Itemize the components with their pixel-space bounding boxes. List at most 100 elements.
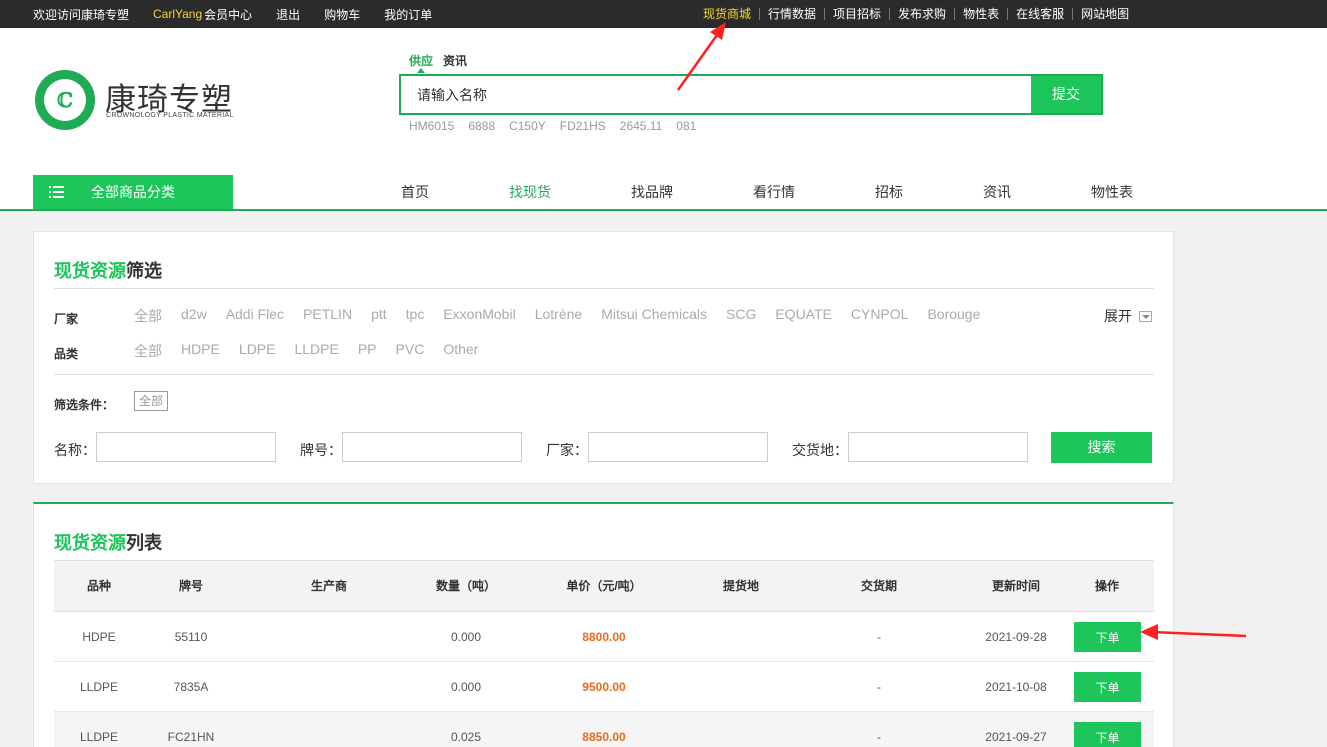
cell-price: 8800.00 <box>582 630 626 644</box>
all-categories-button[interactable]: 全部商品分类 <box>33 175 233 210</box>
my-orders-link[interactable]: 我的订单 <box>384 6 432 23</box>
cell-grade: FC21HN <box>167 730 215 744</box>
cell-qty: 0.000 <box>450 630 482 644</box>
column-header: 品种 <box>86 579 112 593</box>
category-option[interactable]: LLDPE <box>294 341 338 361</box>
hot-word[interactable]: HM6015 <box>409 119 454 133</box>
order-button[interactable]: 下单 <box>1074 622 1141 652</box>
divider <box>54 288 1154 289</box>
category-option[interactable]: 全部 <box>134 341 162 361</box>
expand-toggle[interactable]: 展开 <box>1104 306 1152 326</box>
maker-option[interactable]: PETLIN <box>303 306 352 326</box>
username-link[interactable]: CarlYang <box>153 7 202 21</box>
topbar-right-links: 现货商城 行情数据 项目招标 发布求购 物性表 在线客服 网站地图 <box>695 0 1137 28</box>
hot-word[interactable]: FD21HS <box>560 119 606 133</box>
category-option[interactable]: PVC <box>396 341 425 361</box>
logout-link[interactable]: 退出 <box>276 6 300 23</box>
nav-find-spot[interactable]: 找现货 <box>509 175 551 210</box>
maker-option[interactable]: Borouge <box>927 306 980 326</box>
hot-word[interactable]: 6888 <box>468 119 495 133</box>
cell-updated: 2021-09-27 <box>985 730 1047 744</box>
maker-option[interactable]: tpc <box>406 306 425 326</box>
topbar-left: 欢迎访问康琦专塑 CarlYang 会员中心 退出 购物车 我的订单 <box>33 0 456 28</box>
topbar-link-sitemap[interactable]: 网站地图 <box>1072 8 1137 20</box>
nav-property-table[interactable]: 物性表 <box>1091 175 1133 210</box>
maker-field-label: 厂家： <box>546 442 588 458</box>
category-option[interactable]: PP <box>358 341 377 361</box>
topbar-link-spot-mall[interactable]: 现货商城 <box>695 8 759 20</box>
cell-variety: HDPE <box>82 630 116 644</box>
nav-home[interactable]: 首页 <box>401 175 429 210</box>
cell-delivery: - <box>877 730 881 744</box>
divider <box>54 374 1154 375</box>
column-header: 生产商 <box>310 579 348 593</box>
cell-updated: 2021-10-08 <box>985 680 1047 694</box>
maker-option[interactable]: Addi Flec <box>226 306 284 326</box>
table-row: LLDPE FC21HN 0.025 8850.00 - 2021-09-27 … <box>54 712 1154 747</box>
maker-option[interactable]: CYNPOL <box>851 306 909 326</box>
nav-find-brand[interactable]: 找品牌 <box>631 175 673 210</box>
list-title-rest: 列表 <box>126 533 162 553</box>
table-row: LLDPE 7835A 0.000 9500.00 - 2021-10-08 下… <box>54 662 1154 712</box>
chevron-down-icon <box>1139 310 1152 322</box>
welcome-text: 欢迎访问康琦专塑 <box>33 7 130 22</box>
column-header: 更新时间 <box>991 579 1041 593</box>
table-header: 品种 牌号 生产商 数量（吨） 单价（元/吨） 提货地 交货期 更新时间 操作 <box>54 560 1154 612</box>
category-option[interactable]: Other <box>443 341 478 361</box>
hot-word[interactable]: 081 <box>676 119 696 133</box>
maker-filter-label: 厂家 <box>54 312 79 326</box>
topbar-link-market-data[interactable]: 行情数据 <box>759 8 824 20</box>
logo-icon[interactable]: ℂ <box>35 70 95 130</box>
nav-market[interactable]: 看行情 <box>753 175 795 210</box>
filter-search-button[interactable]: 搜索 <box>1051 432 1152 463</box>
cell-variety: LLDPE <box>79 730 119 744</box>
category-option[interactable]: LDPE <box>239 341 276 361</box>
delivery-field[interactable] <box>848 432 1028 462</box>
expand-label: 展开 <box>1104 308 1132 324</box>
topbar-link-property-table[interactable]: 物性表 <box>954 8 1007 20</box>
category-option[interactable]: HDPE <box>181 341 220 361</box>
maker-option[interactable]: ptt <box>371 306 387 326</box>
category-filter-label: 品类 <box>54 347 79 361</box>
column-header: 数量（吨） <box>435 579 497 593</box>
column-header: 单价（元/吨） <box>566 579 642 593</box>
topbar-link-online-service[interactable]: 在线客服 <box>1007 8 1072 20</box>
cell-qty: 0.000 <box>450 680 482 694</box>
hot-word[interactable]: C150Y <box>509 119 546 133</box>
maker-option[interactable]: Mitsui Chemicals <box>601 306 707 326</box>
topbar-link-bidding[interactable]: 项目招标 <box>824 8 889 20</box>
maker-option[interactable]: d2w <box>181 306 207 326</box>
search-submit-button[interactable]: 提交 <box>1031 76 1101 113</box>
cell-price: 9500.00 <box>582 680 626 694</box>
member-center-link[interactable]: 会员中心 <box>204 6 252 23</box>
nav-bidding[interactable]: 招标 <box>875 175 903 210</box>
column-header: 提货地 <box>722 579 760 593</box>
filter-title-rest: 筛选 <box>126 261 162 281</box>
maker-option[interactable]: EQUATE <box>775 306 832 326</box>
cell-grade: 7835A <box>173 680 209 694</box>
grade-field-label: 牌号： <box>300 442 342 458</box>
grade-field[interactable] <box>342 432 522 462</box>
cart-link[interactable]: 购物车 <box>324 6 360 23</box>
column-header: 操作 <box>1094 579 1120 593</box>
search-tab-news[interactable]: 资讯 <box>443 52 467 69</box>
search-tab-supply[interactable]: 供应 <box>409 52 433 73</box>
logo-glyph: ℂ <box>57 88 73 112</box>
order-button[interactable]: 下单 <box>1074 722 1141 747</box>
logo-subtitle: CROWNOLOGY PLASTIC MATERIAL <box>106 112 234 119</box>
order-button[interactable]: 下单 <box>1074 672 1141 702</box>
condition-tag-all[interactable]: 全部 <box>134 391 169 411</box>
maker-field[interactable] <box>588 432 768 462</box>
nav-news[interactable]: 资讯 <box>983 175 1011 210</box>
list-title: 现货资源列表 <box>54 529 162 555</box>
maker-option[interactable]: 全部 <box>134 306 162 326</box>
search-input[interactable] <box>401 76 1031 113</box>
hot-word[interactable]: 2645.11 <box>620 119 663 133</box>
name-field[interactable] <box>96 432 276 462</box>
maker-option[interactable]: Lotrène <box>535 306 582 326</box>
maker-option[interactable]: ExxonMobil <box>443 306 515 326</box>
topbar-link-publish-purchase[interactable]: 发布求购 <box>889 8 954 20</box>
maker-option[interactable]: SCG <box>726 306 756 326</box>
column-header: 交货期 <box>860 579 898 593</box>
filter-title: 现货资源筛选 <box>54 257 162 283</box>
